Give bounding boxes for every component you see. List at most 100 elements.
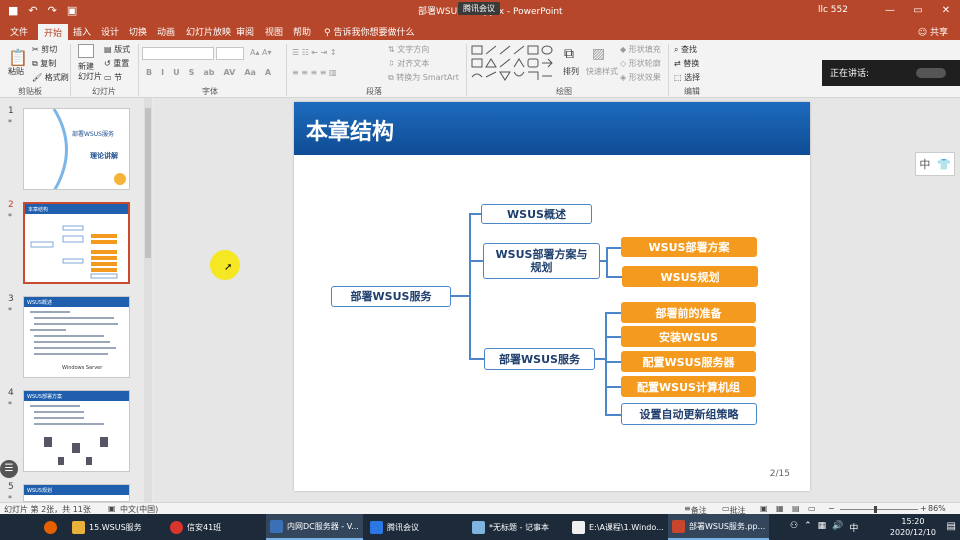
- close-button[interactable]: ✕: [932, 0, 960, 22]
- tab-transitions[interactable]: 切换: [129, 25, 147, 38]
- branch-node[interactable]: WSUS概述: [481, 204, 592, 224]
- zoom-in-icon[interactable]: +: [920, 504, 927, 513]
- scrollbar-thumb[interactable]: [145, 108, 151, 258]
- people-icon[interactable]: ⚇: [790, 521, 798, 534]
- shadow-button[interactable]: ab: [203, 68, 214, 77]
- tab-design[interactable]: 设计: [101, 25, 119, 38]
- leaf-node[interactable]: 配置WSUS计算机组: [621, 376, 756, 397]
- align-text-button[interactable]: ⇳ 对齐文本: [388, 58, 429, 69]
- slideshow-icon[interactable]: ▭: [808, 504, 816, 513]
- taskbar-item[interactable]: 15.WSUS服务: [68, 514, 146, 540]
- underline-button[interactable]: U: [173, 68, 180, 77]
- leaf-node[interactable]: WSUS规划: [622, 266, 758, 287]
- tab-slideshow[interactable]: 幻灯片放映: [186, 25, 231, 38]
- new-slide-button[interactable]: 新建 幻灯片: [78, 62, 102, 82]
- leaf-node[interactable]: 配置WSUS服务器: [621, 351, 756, 372]
- tab-help[interactable]: 帮助: [293, 25, 311, 38]
- align-icons[interactable]: ≡ ≡ ≡ ≡ ▥: [292, 68, 337, 77]
- notes-button[interactable]: ≡ 备注: [684, 504, 707, 515]
- paste-icon[interactable]: 📋: [8, 48, 28, 67]
- slide-thumbnail-3[interactable]: WSUS概述 Windows Server: [23, 296, 130, 378]
- proofing-icon[interactable]: ▣: [108, 504, 116, 513]
- cut-button[interactable]: ✂ 剪切: [32, 44, 57, 55]
- slide-thumbnail-4[interactable]: WSUS部署方案: [23, 390, 130, 472]
- taskbar-item[interactable]: 部署WSUS服务.pp...: [668, 514, 770, 540]
- spacing-button[interactable]: AV: [223, 68, 235, 77]
- bullets-icon[interactable]: ☰ ☷ ⇤ ⇥ ↕: [292, 48, 337, 57]
- select-button[interactable]: ⬚ 选择: [674, 72, 700, 83]
- tab-file[interactable]: 文件: [10, 25, 28, 38]
- tab-review[interactable]: 审阅: [236, 25, 254, 38]
- restore-button[interactable]: ▭: [904, 0, 932, 22]
- thumbnail-menu-icon[interactable]: ☰: [0, 460, 18, 478]
- present-icon[interactable]: ▣: [67, 4, 77, 17]
- network-icon[interactable]: ▦: [818, 521, 827, 534]
- strikethrough-button[interactable]: S: [189, 68, 195, 77]
- quick-styles-button[interactable]: 快速样式: [586, 66, 618, 77]
- taskbar-item[interactable]: *无标题 - 记事本: [468, 514, 553, 540]
- slide-thumbnail-2[interactable]: 本章结构: [23, 202, 130, 284]
- leaf-node[interactable]: 设置自动更新组策略: [621, 403, 757, 425]
- branch-node[interactable]: 部署WSUS服务: [484, 348, 595, 370]
- zoom-slider[interactable]: [840, 509, 918, 510]
- slide-thumbnail-1[interactable]: 部署WSUS服务 理论讲解: [23, 108, 130, 190]
- ime-widget[interactable]: 中 👕: [915, 152, 955, 176]
- shape-fill-button[interactable]: ◆ 形状填充: [620, 44, 661, 55]
- leaf-node[interactable]: 部署前的准备: [621, 302, 756, 323]
- shirt-icon[interactable]: 👕: [937, 158, 951, 171]
- shape-effects-button[interactable]: ◈ 形状效果: [620, 72, 661, 83]
- slide-canvas[interactable]: 本章结构 部署WSUS服务 WSUS概述 WSUS部署方案与 规划 部署WSUS…: [294, 102, 810, 491]
- smartart-button[interactable]: ⧉ 转换为 SmartArt: [388, 72, 459, 83]
- minimize-button[interactable]: —: [876, 0, 904, 22]
- find-button[interactable]: ⌕ 查找: [674, 44, 697, 55]
- user-name[interactable]: llc 552: [818, 5, 848, 15]
- redo-icon[interactable]: ↷: [48, 4, 57, 17]
- font-name-input[interactable]: [142, 47, 214, 60]
- change-case-button[interactable]: Aa: [244, 68, 256, 77]
- slide-sorter-icon[interactable]: ▦: [776, 504, 784, 513]
- new-slide-icon[interactable]: [78, 44, 94, 58]
- share-button[interactable]: ☺ 共享: [918, 25, 948, 38]
- taskbar-item[interactable]: 内网DC服务器 - V...: [266, 514, 363, 540]
- italic-button[interactable]: I: [161, 68, 164, 77]
- zoom-slider-knob[interactable]: [874, 506, 877, 513]
- font-size-input[interactable]: [216, 47, 244, 60]
- comments-button[interactable]: ▭ 批注: [722, 504, 746, 515]
- paste-button[interactable]: 粘贴: [8, 66, 24, 77]
- branch-node[interactable]: WSUS部署方案与 规划: [483, 243, 600, 279]
- leaf-node[interactable]: 安装WSUS: [621, 326, 756, 347]
- taskbar-item[interactable]: E:\A课程\1.Windo...: [568, 514, 668, 540]
- volume-icon[interactable]: 🔊: [832, 521, 843, 534]
- slide-thumbnail-5[interactable]: WSUS规划: [23, 484, 130, 502]
- layout-button[interactable]: ▤ 版式: [104, 44, 130, 55]
- bold-button[interactable]: B: [146, 68, 152, 77]
- copy-button[interactable]: ⧉ 复制: [32, 58, 56, 69]
- taskbar-item[interactable]: 腾讯会议: [366, 514, 423, 540]
- format-painter-button[interactable]: 🖌 格式刷: [32, 72, 69, 83]
- font-color-button[interactable]: A: [265, 68, 271, 77]
- zoom-out-icon[interactable]: −: [828, 504, 835, 513]
- thumbnail-scrollbar[interactable]: [144, 98, 152, 502]
- zoom-level[interactable]: 86%: [928, 504, 946, 513]
- arrange-button[interactable]: 排列: [563, 66, 579, 77]
- leaf-node[interactable]: WSUS部署方案: [621, 237, 757, 257]
- replace-button[interactable]: ⇄ 替换: [674, 58, 699, 69]
- shapes-gallery[interactable]: [470, 44, 558, 84]
- quick-styles-icon[interactable]: ▨: [592, 46, 605, 62]
- root-node[interactable]: 部署WSUS服务: [331, 286, 451, 307]
- ime-icon[interactable]: 中: [849, 521, 858, 534]
- notification-icon[interactable]: ▤: [947, 521, 956, 532]
- ime-language[interactable]: 中: [919, 156, 930, 172]
- tell-me-search[interactable]: ⚲ 告诉我你想要做什么: [324, 25, 414, 38]
- chevron-up-icon[interactable]: ⌃: [804, 521, 812, 534]
- reading-view-icon[interactable]: ▤: [792, 504, 800, 513]
- tab-home[interactable]: 开始: [38, 24, 69, 40]
- tab-insert[interactable]: 插入: [73, 25, 91, 38]
- normal-view-icon[interactable]: ▣: [760, 504, 768, 513]
- save-icon[interactable]: ■: [8, 4, 18, 17]
- slide-title[interactable]: 本章结构: [306, 114, 394, 146]
- arrange-icon[interactable]: ⧉: [564, 46, 574, 62]
- font-grow-icon[interactable]: A▴ A▾: [250, 48, 272, 57]
- taskbar-item[interactable]: 信安41班: [166, 514, 225, 540]
- tab-animations[interactable]: 动画: [157, 25, 175, 38]
